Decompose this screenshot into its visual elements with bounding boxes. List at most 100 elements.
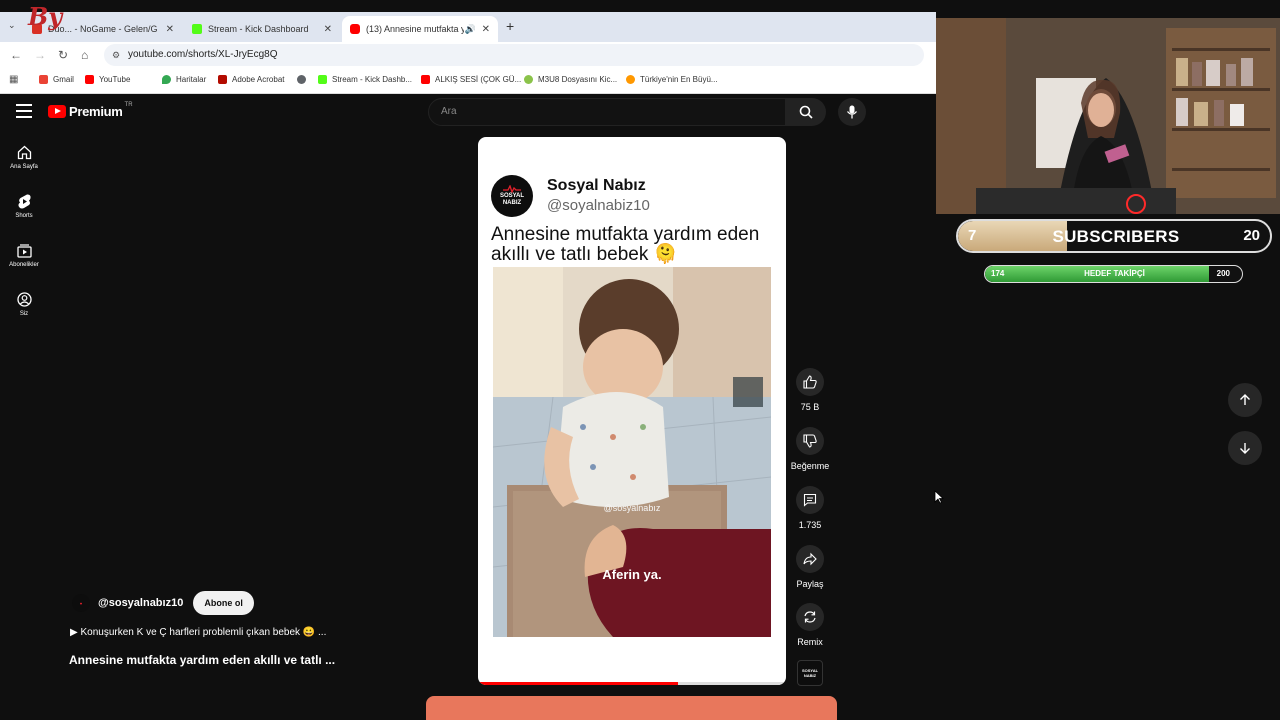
arrow-down-icon: [1240, 443, 1250, 454]
home-icon: [17, 145, 31, 160]
channel-handle[interactable]: @sosyalnabız10: [98, 597, 183, 609]
tab-1-close-icon[interactable]: ✕: [166, 24, 174, 35]
forward-icon[interactable]: →: [34, 48, 46, 62]
webcam-overlay: [936, 18, 1280, 214]
share-button[interactable]: Paylaş: [790, 545, 830, 589]
channel-row: ♥ @sosyalnabız10 Abone ol: [72, 591, 254, 615]
shorts-icon: [17, 194, 31, 209]
new-tab-button[interactable]: +: [506, 18, 514, 34]
bookmark-kick[interactable]: Stream - Kick Dashb...: [318, 75, 412, 84]
hamburger-menu-icon[interactable]: [16, 104, 32, 118]
browser-tab-bar: ⌄ Duo... - NoGame - Gelen/Gid ✕ Stream -…: [0, 12, 936, 42]
bookmark-turkiye[interactable]: Türkiye'nin En Büyü...: [626, 75, 718, 84]
tab-3-active[interactable]: (13) Annesine mutfakta yard 🔊 ✕: [342, 16, 498, 42]
maps-pin-icon: [162, 75, 171, 84]
url-field[interactable]: ⚙ youtube.com/shorts/XL-JryEcg8Q: [104, 44, 924, 66]
like-count: 75 B: [800, 402, 820, 412]
mic-icon: [846, 105, 858, 119]
channel-avatar[interactable]: ♥: [72, 594, 90, 612]
avatar-text-2: NABIZ: [502, 200, 522, 206]
short-description[interactable]: ▶ Konuşurken K ve Ç harfleri problemli ç…: [70, 627, 326, 638]
reload-icon[interactable]: ↻: [58, 48, 68, 62]
logo-text: Premium: [69, 104, 123, 119]
post-author-name: Sosyal Nabız: [547, 177, 646, 194]
youtube-icon: [421, 75, 430, 84]
video-frame[interactable]: @sosyalnabız Aferin ya.: [493, 267, 771, 637]
like-button[interactable]: 75 B: [790, 368, 830, 412]
search-input[interactable]: Ara: [428, 98, 786, 126]
dislike-label: Beğenme: [790, 461, 830, 471]
dislike-icon: [803, 434, 817, 448]
previous-short-button[interactable]: [1228, 383, 1262, 417]
sidebar-label: Ana Sayfa: [10, 164, 38, 170]
youtube-premium-logo[interactable]: Premium TR: [48, 102, 133, 119]
bookmark-alkis[interactable]: ALKIŞ SESİ (ÇOK GÜ...: [421, 75, 521, 84]
gmail-icon: [39, 75, 48, 84]
subscribers-goal-bar: 7 SUBSCRIBERS 20: [956, 219, 1272, 253]
url-text: youtube.com/shorts/XL-JryEcg8Q: [128, 49, 278, 60]
streamer-brand-logo: By: [28, 2, 63, 31]
kick-icon: [318, 75, 327, 84]
bookmark-label: Gmail: [53, 75, 74, 84]
channel-thumbnail[interactable]: SOSYAL NABIZ: [797, 660, 823, 686]
apps-grid-icon[interactable]: ▦: [9, 74, 18, 85]
bookmark-globe[interactable]: [297, 75, 311, 84]
dislike-button[interactable]: Beğenme: [790, 427, 830, 471]
sidebar-item-home[interactable]: Ana Sayfa: [0, 145, 48, 170]
post-avatar: SOSYAL NABIZ: [491, 175, 533, 217]
subscribe-button[interactable]: Abone ol: [193, 591, 254, 615]
globe-icon: [297, 75, 306, 84]
post-author-handle: @soyalnabiz10: [547, 197, 650, 214]
subscribers-goal: 20: [1243, 227, 1260, 244]
video-watermark: @sosyalnabız: [604, 503, 661, 513]
search-icon: [799, 105, 813, 119]
search-button[interactable]: [786, 98, 826, 126]
remix-icon: [804, 611, 816, 623]
video-caption: Aferin ya.: [602, 567, 661, 582]
home-icon[interactable]: ⌂: [81, 48, 88, 62]
bookmark-youtube[interactable]: YouTube: [85, 75, 130, 84]
sidebar-item-you[interactable]: Siz: [0, 292, 48, 317]
bookmark-label: Adobe Acrobat: [232, 75, 285, 84]
tab-2-close-icon[interactable]: ✕: [324, 24, 332, 35]
pulse-icon: [503, 185, 521, 193]
tab-list-chevron-icon[interactable]: ⌄: [8, 20, 16, 31]
next-short-button[interactable]: [1228, 431, 1262, 465]
bookmark-label: Türkiye'nin En Büyü...: [640, 75, 718, 84]
tab-audio-icon[interactable]: 🔊: [465, 24, 476, 35]
sidebar-item-subscriptions[interactable]: Abonelikler: [0, 243, 48, 268]
comment-count: 1.735: [798, 520, 822, 530]
sidebar-label: Abonelikler: [9, 262, 39, 268]
tab-2-title: Stream - Kick Dashboard: [208, 24, 309, 34]
m3u8-icon: [524, 75, 533, 84]
youtube-icon: [85, 75, 94, 84]
back-icon[interactable]: ←: [10, 48, 22, 62]
bookmark-maps[interactable]: Haritalar: [162, 75, 206, 84]
bookmark-m3u8[interactable]: M3U8 Dosyasını Kic...: [524, 75, 617, 84]
followers-goal-bar: 174 HEDEF TAKİPÇİ 200: [984, 265, 1243, 283]
remix-button[interactable]: Remix: [790, 603, 830, 647]
tab-2-favicon-icon: [192, 24, 202, 34]
voice-search-button[interactable]: [838, 98, 866, 126]
comments-button[interactable]: 1.735: [790, 486, 830, 530]
arrow-up-icon: [1240, 394, 1250, 405]
short-title[interactable]: Annesine mutfakta yardım eden akıllı ve …: [69, 653, 335, 667]
acrobat-icon: [218, 75, 227, 84]
subscribers-label: SUBSCRIBERS: [1052, 227, 1180, 246]
turkiye-icon: [626, 75, 635, 84]
site-info-icon[interactable]: ⚙: [112, 44, 120, 66]
bookmark-label: Stream - Kick Dashb...: [332, 75, 413, 84]
post-text: Annesine mutfakta yardım eden akıllı ve …: [491, 224, 760, 265]
sidebar-item-shorts[interactable]: Shorts: [0, 194, 48, 219]
next-short-preview[interactable]: [426, 696, 837, 720]
tab-3-close-icon[interactable]: ✕: [482, 24, 490, 35]
followers-goal: 200: [1216, 269, 1230, 278]
short-video-player[interactable]: SOSYAL NABIZ Sosyal Nabız @soyalnabiz10 …: [478, 137, 786, 685]
webcam-scene: [936, 18, 1280, 214]
mouse-cursor-icon: [934, 490, 944, 504]
video-progress-bar[interactable]: [478, 682, 786, 685]
bookmark-acrobat[interactable]: Adobe Acrobat: [218, 75, 284, 84]
youtube-header: Premium TR Ara: [0, 94, 936, 132]
tab-2[interactable]: Stream - Kick Dashboard ✕: [184, 16, 340, 42]
bookmark-gmail[interactable]: Gmail: [39, 75, 74, 84]
